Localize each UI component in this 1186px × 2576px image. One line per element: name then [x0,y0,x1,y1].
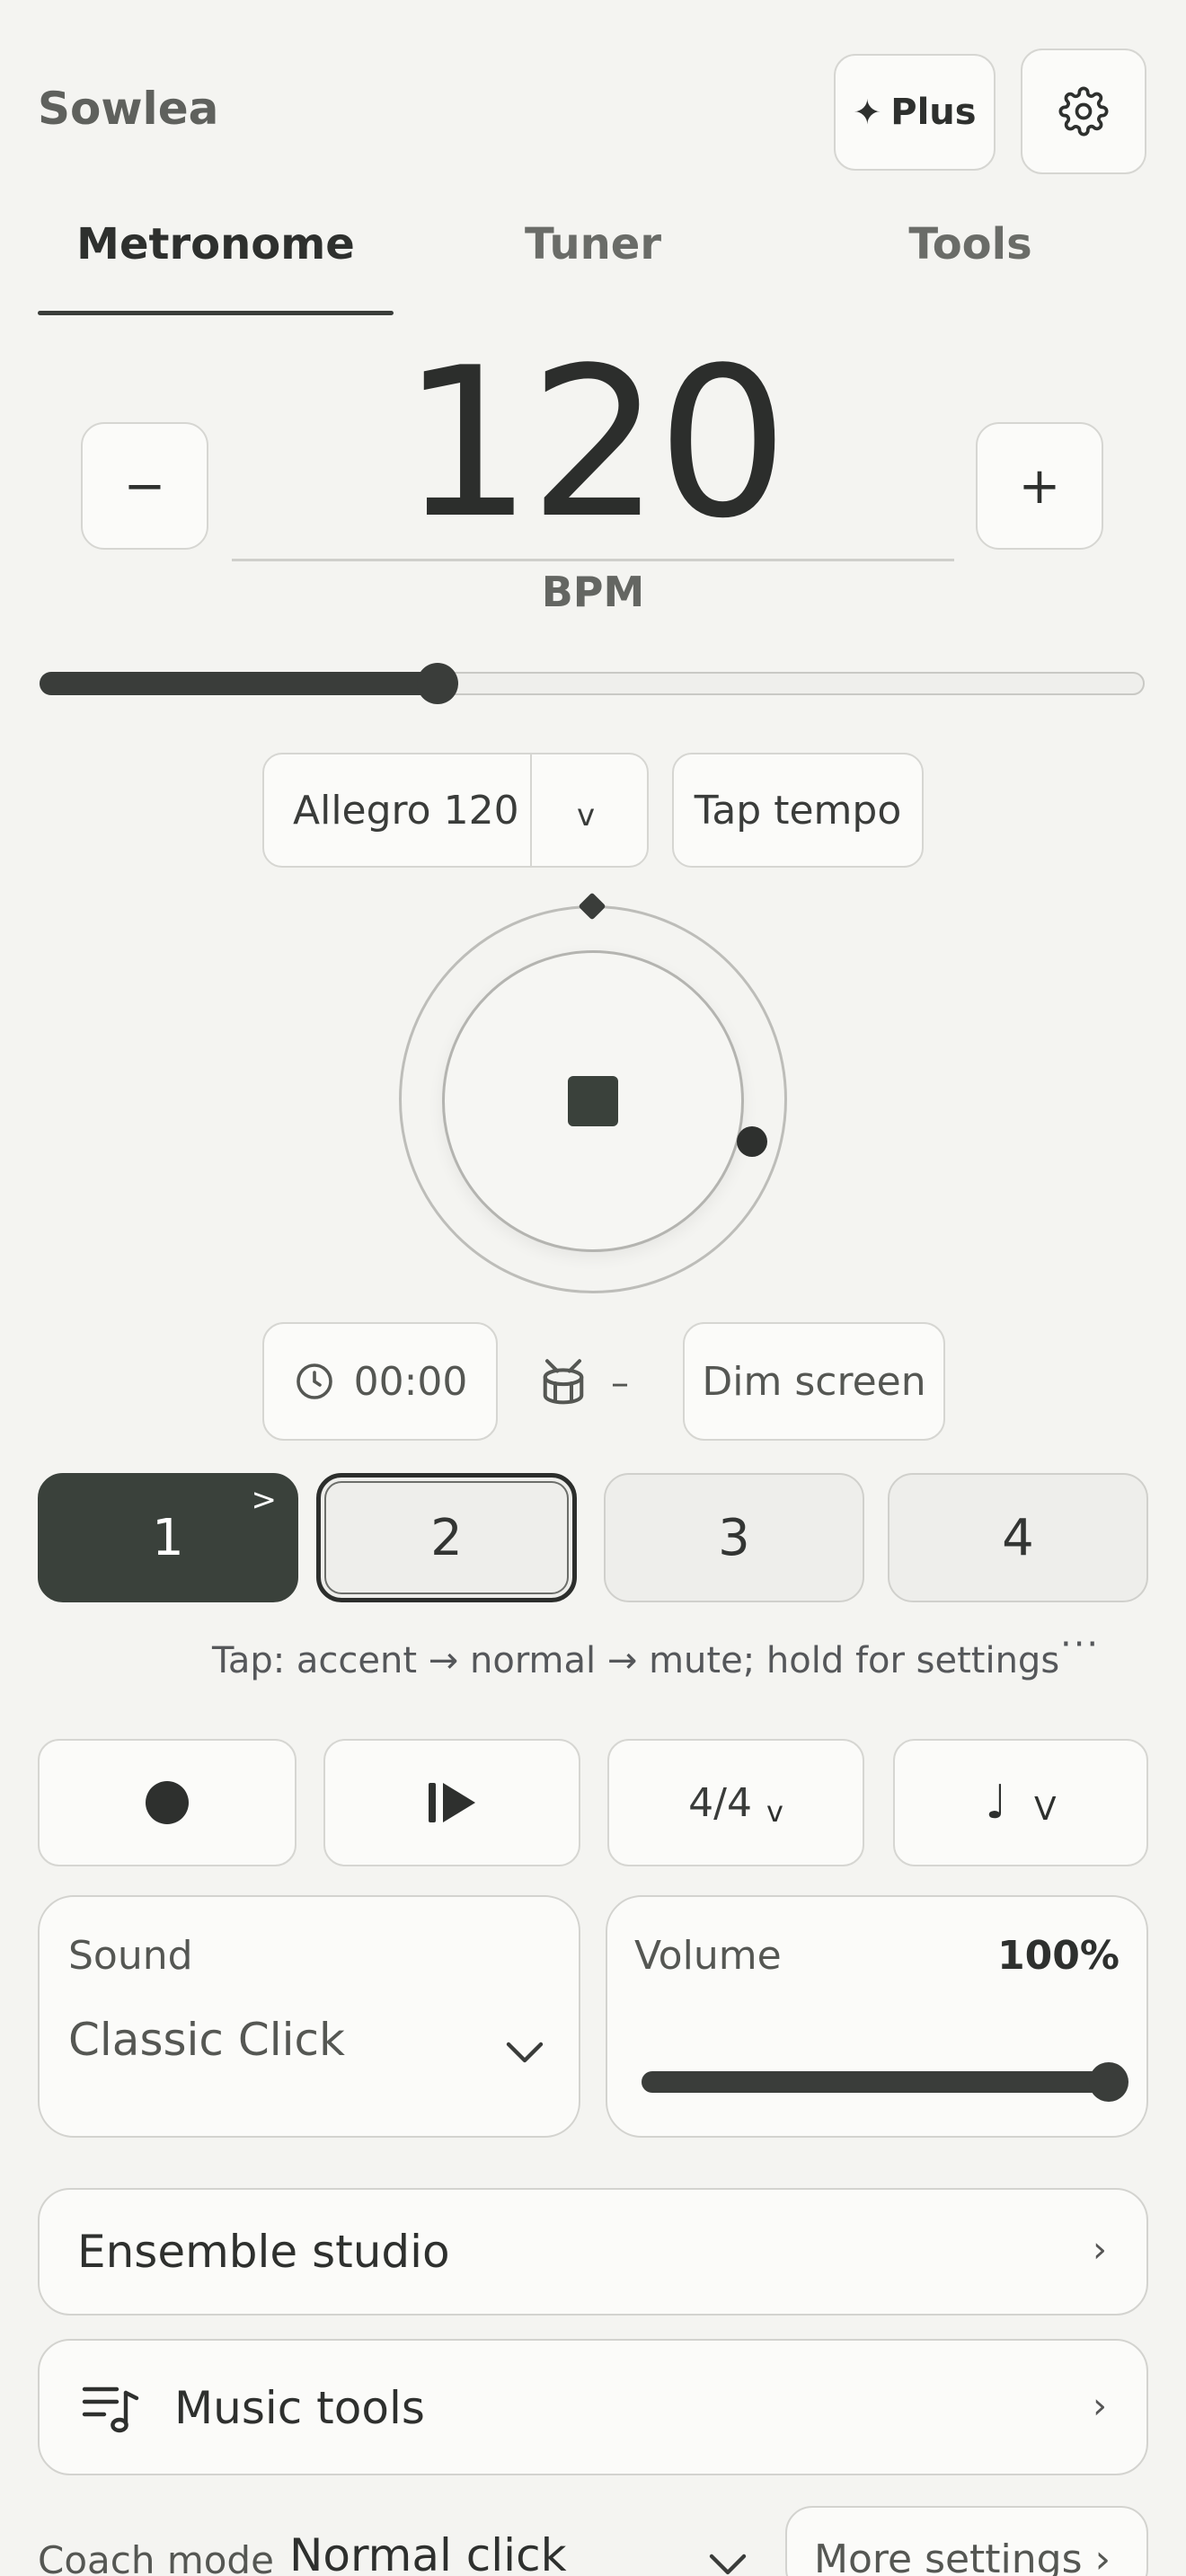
preset-select[interactable]: Allegro 120 v [262,753,649,868]
tab-metronome[interactable]: Metronome [38,219,394,269]
beat-3[interactable]: 3 [604,1473,864,1602]
stop-icon [568,1076,618,1126]
music-tools-label: Music tools [174,2382,425,2434]
volume-label: Volume [634,1933,782,1979]
bpm-unit-label: BPM [541,568,645,616]
volume-card: Volume 100% [606,1895,1148,2138]
tap-tempo-button[interactable]: Tap tempo [672,753,924,868]
volume-value: 100% [997,1933,1120,1979]
more-settings-button[interactable]: More settings › [785,2506,1148,2576]
music-list-icon [82,2386,139,2433]
chevron-down-icon[interactable]: v [577,798,595,834]
sound-label: Sound [68,1933,193,1979]
sound-value: Classic Click [68,2014,345,2066]
tab-tuner[interactable]: Tuner [415,219,771,269]
beat-2-label: 2 [430,1508,463,1567]
plus-icon: + [1018,456,1061,516]
tempo-slider-thumb[interactable] [416,663,458,704]
time-signature-value: 4/4 [688,1779,752,1826]
preset-value: Allegro 120 [293,787,519,834]
more-settings-label: More settings › [814,2536,1111,2576]
drum-value: – [611,1363,629,1404]
chevron-right-icon: › [1093,2229,1107,2271]
sparkle-icon: ✦ [853,93,882,132]
beat-4[interactable]: 4 [888,1473,1148,1602]
volume-slider-thumb[interactable] [1089,2062,1128,2102]
dim-screen-button[interactable]: Dim screen [683,1322,945,1441]
music-tools-row[interactable]: Music tools › [38,2339,1148,2475]
chevron-down-icon[interactable] [708,2553,748,2576]
tap-tempo-label: Tap tempo [694,787,902,834]
beat-1-label: 1 [152,1508,184,1567]
time-signature-caret: v [766,1795,783,1829]
ensemble-studio-row[interactable]: Ensemble studio › [38,2188,1148,2316]
beat-1[interactable]: 1 > [38,1473,298,1602]
tempo-slider-fill [40,672,447,695]
settings-button[interactable] [1021,49,1146,174]
beat-4-label: 4 [1002,1508,1034,1567]
plus-button[interactable]: ✦ Plus [834,54,996,171]
drum-icon [543,1359,584,1405]
clock-icon [296,1363,332,1399]
chevron-right-icon: › [1093,2386,1107,2427]
bpm-value[interactable]: 120 [230,341,956,548]
time-signature-select[interactable]: 4/4 v [607,1739,864,1866]
app-title: Sowlea [38,83,219,135]
beat-hint: Tap: accent → normal → mute; hold for se… [212,1640,1060,1681]
coach-mode-value[interactable]: Normal click [289,2529,567,2576]
plus-label: Plus [890,92,977,133]
timer-value: 00:00 [353,1358,468,1405]
practice-timer[interactable]: 00:00 [262,1322,498,1441]
chevron-down-icon [506,2042,544,2063]
subdivision-select[interactable]: ♩ V [893,1739,1148,1866]
decrease-bpm-button[interactable]: − [81,422,208,550]
count-in-button[interactable] [323,1739,580,1866]
beat-2[interactable]: 2 [316,1473,577,1602]
skip-play-icon [429,1783,475,1822]
drum-control[interactable]: – [539,1347,647,1419]
gear-icon [1058,86,1109,137]
tab-tools[interactable]: Tools [792,219,1148,269]
record-icon [146,1781,189,1824]
increase-bpm-button[interactable]: + [976,422,1103,550]
record-button[interactable] [38,1739,296,1866]
dim-screen-label: Dim screen [702,1358,926,1405]
subdivision-caret: V [1033,1790,1057,1828]
coach-mode-label: Coach mode [38,2538,274,2576]
beat-position-dot [737,1126,767,1157]
volume-slider-fill [642,2071,1120,2093]
active-tab-indicator [38,311,394,315]
beat-3-label: 3 [718,1508,750,1567]
more-options-icon[interactable]: ··· [1060,1624,1100,1665]
bpm-underline [232,559,954,561]
sound-card[interactable]: Sound Classic Click [38,1895,580,2138]
quarter-note-icon: ♩ [985,1776,1007,1830]
accent-mark: > [251,1482,278,1518]
minus-icon: − [123,456,166,516]
ensemble-studio-label: Ensemble studio [77,2226,450,2278]
preset-divider [530,754,532,866]
